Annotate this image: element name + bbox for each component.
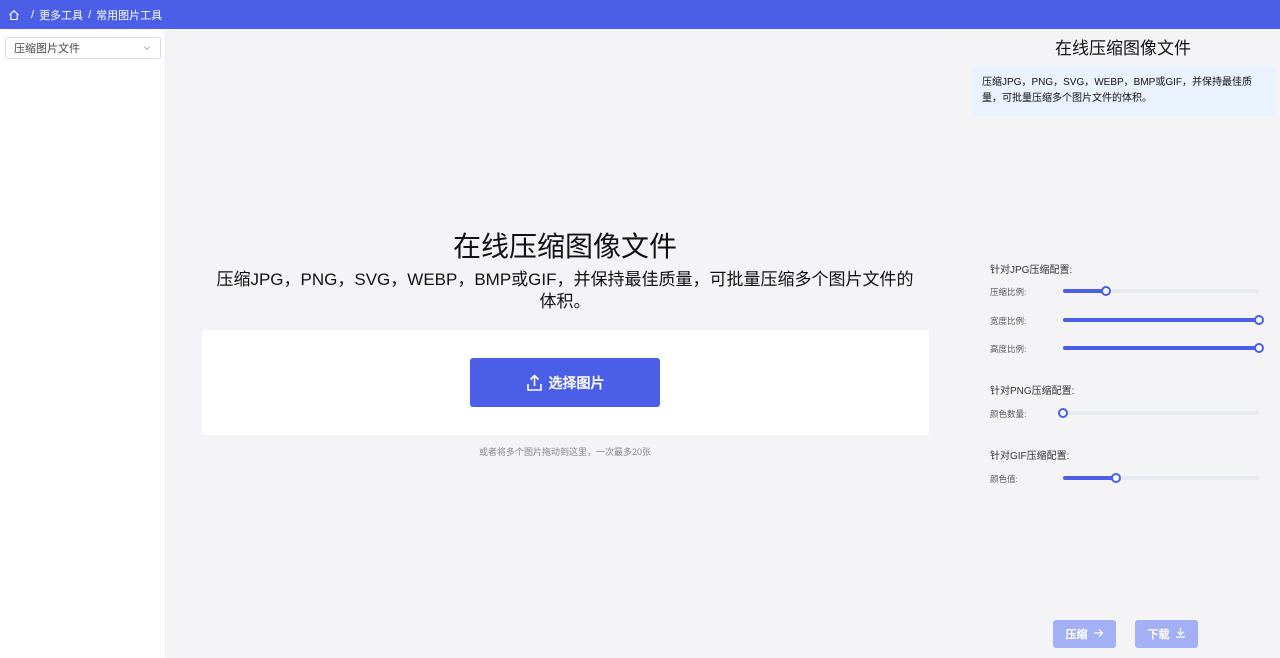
download-icon <box>1175 627 1186 641</box>
drop-hint: 或者将多个图片拖动到这里，一次最多20张 <box>478 447 651 457</box>
png-colors-label: 颜色数量: <box>990 409 1027 419</box>
breadcrumb-item-more-tools[interactable]: 更多工具 <box>39 7 83 23</box>
slider-fill <box>1063 289 1107 293</box>
png-section-title: 针对PNG压缩配置: <box>990 386 1075 397</box>
upload-area[interactable]: 在线压缩图像文件 压缩JPG，PNG，SVG，WEBP，BMP或GIF，并保持最… <box>179 43 951 648</box>
jpg-compress-label: 压缩比例: <box>990 287 1027 297</box>
chevron-down-icon <box>142 43 152 53</box>
upload-icon <box>526 374 543 392</box>
gif-colors-label: 颜色值: <box>990 474 1018 484</box>
slider-handle[interactable] <box>1058 408 1068 418</box>
jpg-width-label: 宽度比例: <box>990 316 1027 326</box>
info-box: 压缩JPG，PNG，SVG，WEBP，BMP或GIF，并保持最佳质量，可批量压缩… <box>972 66 1276 116</box>
jpg-height-slider[interactable] <box>1063 343 1264 353</box>
slider-fill <box>1063 346 1259 350</box>
slider-handle[interactable] <box>1110 473 1121 483</box>
download-button[interactable]: 下载 <box>1135 620 1198 648</box>
tool-select-value: 压缩图片文件 <box>14 43 80 55</box>
slider-fill <box>1063 476 1116 480</box>
slider-handle[interactable] <box>1254 343 1264 353</box>
gif-section-title: 针对GIF压缩配置: <box>990 451 1070 462</box>
breadcrumb-separator: / <box>88 8 92 21</box>
download-button-label: 下载 <box>1147 629 1170 641</box>
select-image-label: 选择图片 <box>548 374 605 391</box>
page-description: 压缩JPG，PNG，SVG，WEBP，BMP或GIF，并保持最佳质量，可批量压缩… <box>216 270 914 311</box>
upload-card: 选择图片 <box>202 330 929 435</box>
compress-button-label: 压缩 <box>1065 629 1088 641</box>
tool-select[interactable]: 压缩图片文件 <box>5 37 161 59</box>
gif-colors-slider[interactable] <box>1063 473 1259 483</box>
breadcrumb-item-image-tools[interactable]: 常用图片工具 <box>96 7 162 23</box>
top-bar: / 更多工具 / 常用图片工具 <box>0 0 1280 29</box>
jpg-height-label: 高度比例: <box>990 344 1027 354</box>
jpg-section-title: 针对JPG压缩配置: <box>990 265 1073 276</box>
sidebar: 压缩图片文件 <box>0 29 166 658</box>
jpg-compress-slider[interactable] <box>1063 286 1259 296</box>
png-colors-slider[interactable] <box>1058 408 1259 418</box>
jpg-width-slider[interactable] <box>1063 315 1264 325</box>
panel-title: 在线压缩图像文件 <box>1055 39 1191 58</box>
slider-handle[interactable] <box>1254 315 1264 325</box>
select-image-button[interactable]: 选择图片 <box>470 358 660 407</box>
slider-fill <box>1063 318 1259 322</box>
settings-panel: 在线压缩图像文件 压缩JPG，PNG，SVG，WEBP，BMP或GIF，并保持最… <box>966 29 1280 658</box>
compress-button[interactable]: 压缩 <box>1053 620 1116 648</box>
breadcrumb-separator: / <box>31 8 35 21</box>
arrow-right-icon <box>1093 628 1104 641</box>
slider-handle[interactable] <box>1101 286 1112 296</box>
home-icon[interactable] <box>8 9 20 21</box>
page-title: 在线压缩图像文件 <box>452 231 677 262</box>
